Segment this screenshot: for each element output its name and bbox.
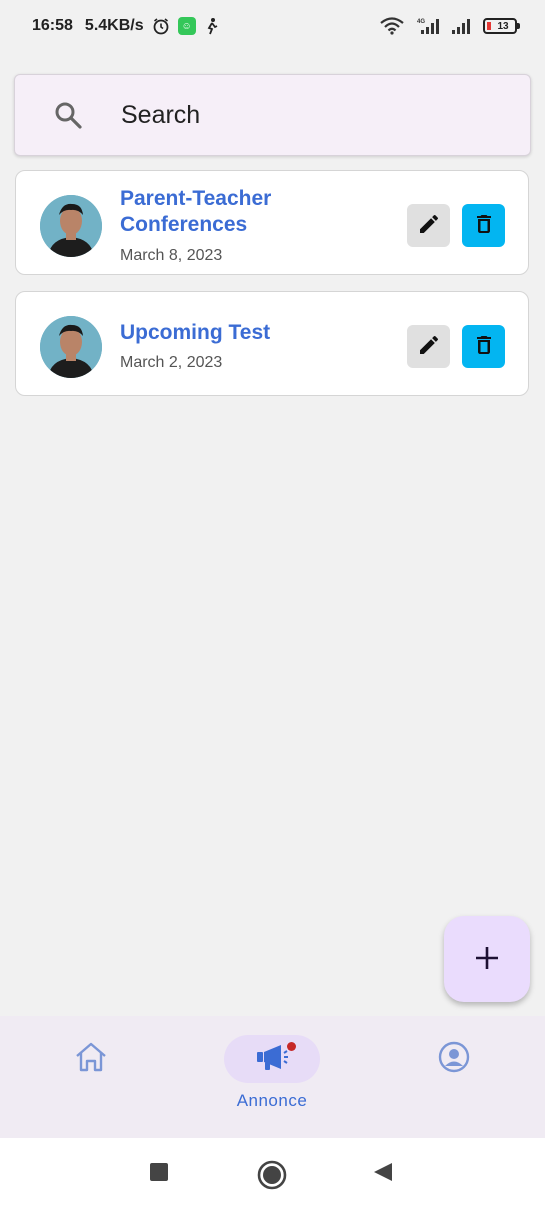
pencil-icon	[417, 333, 441, 360]
notification-dot	[287, 1042, 296, 1051]
home-button-icon[interactable]	[257, 1160, 287, 1190]
bottom-navigation: Annonce	[0, 1016, 545, 1138]
svg-text:4G: 4G	[417, 19, 425, 25]
profile-icon	[438, 1041, 470, 1078]
announcement-date: March 2, 2023	[120, 354, 223, 371]
announcement-date: March 8, 2023	[120, 247, 223, 264]
nav-label-annonce: Annonce	[236, 1091, 308, 1110]
status-network-speed: 5.4KB/s	[84, 17, 144, 34]
add-announcement-button[interactable]	[444, 916, 530, 1002]
edit-button[interactable]	[407, 325, 450, 368]
announcement-title: Upcoming Test	[120, 321, 271, 344]
announcement-title: Parent-Teacher Conferences	[120, 187, 272, 236]
pencil-icon	[417, 212, 441, 239]
signal-icon	[451, 17, 473, 35]
home-icon	[73, 1039, 109, 1080]
status-time: 16:58	[32, 17, 73, 34]
wifi-icon	[379, 17, 405, 35]
trash-icon	[472, 333, 496, 360]
delete-button[interactable]	[462, 204, 505, 247]
back-icon[interactable]	[373, 1162, 393, 1182]
status-bar: 16:58 5.4KB/s ☺ 4G 13	[0, 0, 545, 52]
edit-button[interactable]	[407, 204, 450, 247]
nav-item-annonce[interactable]: Annonce	[224, 1035, 320, 1111]
search-bar[interactable]	[14, 74, 531, 156]
app-notification-icon: ☺	[177, 17, 196, 35]
megaphone-icon	[255, 1042, 289, 1077]
nav-item-profile[interactable]	[406, 1035, 502, 1083]
recent-apps-icon[interactable]	[149, 1162, 169, 1182]
alarm-icon	[152, 17, 170, 35]
announcement-card[interactable]: Upcoming Test March 2, 2023	[15, 291, 529, 396]
avatar	[40, 195, 102, 257]
delete-button[interactable]	[462, 325, 505, 368]
battery-level: 13	[497, 20, 509, 32]
trash-icon	[472, 212, 496, 239]
plus-icon	[474, 945, 500, 974]
battery-icon: 13	[483, 18, 520, 34]
search-icon	[53, 100, 83, 130]
nav-item-home[interactable]	[43, 1035, 139, 1083]
avatar	[40, 316, 102, 378]
announcement-card[interactable]: Parent-Teacher Conferences March 8, 2023	[15, 170, 529, 275]
search-input[interactable]	[121, 100, 501, 130]
signal-4g-icon: 4G	[415, 17, 441, 35]
runner-icon	[204, 17, 220, 35]
system-navigation-bar	[0, 1138, 545, 1211]
